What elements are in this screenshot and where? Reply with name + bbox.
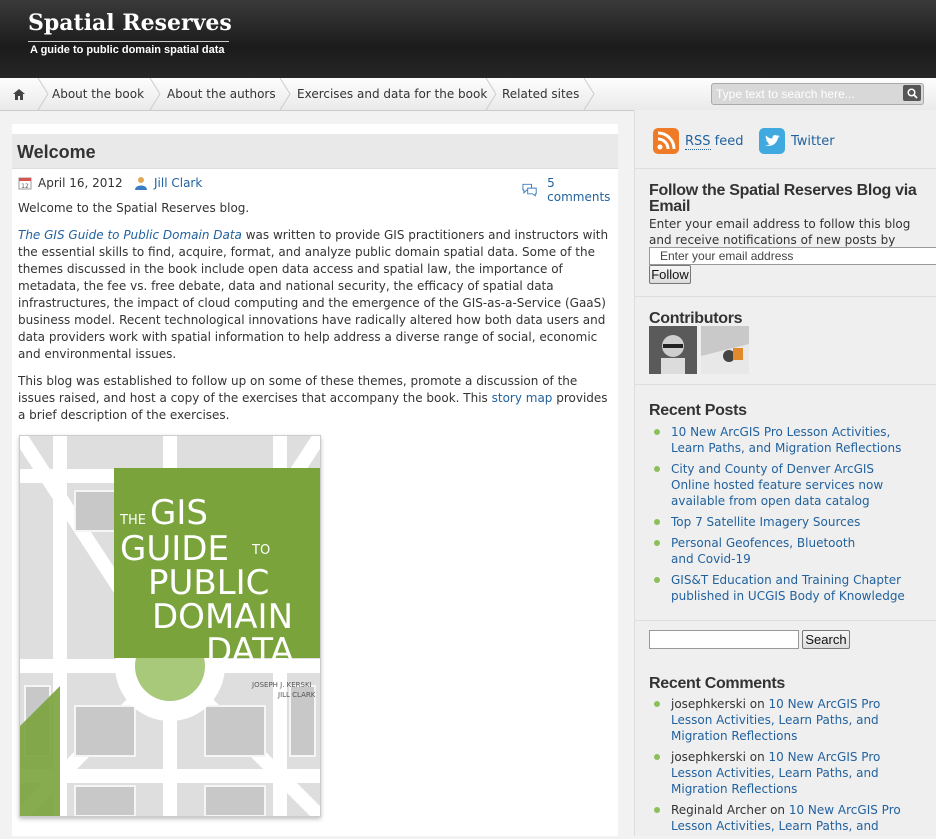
avatar[interactable] xyxy=(649,326,697,374)
comment-author: Reginald Archer xyxy=(671,803,767,817)
post-author: Jill Clark xyxy=(134,176,202,190)
post-paragraph-1-text: was written to provide GIS practitioners… xyxy=(18,228,609,361)
main-nav: About the book About the authors Exercis… xyxy=(0,78,936,111)
recent-posts-widget: Recent Posts 10 New ArcGIS Pro Lesson Ac… xyxy=(635,384,936,649)
nav-item-related-sites[interactable]: Related sites xyxy=(502,78,579,110)
comment-author: josephkerski xyxy=(671,697,746,711)
contributor-photo-2 xyxy=(701,326,749,374)
recent-posts-list: 10 New ArcGIS Pro Lesson Activities, Lea… xyxy=(649,424,911,609)
follow-title: Follow the Spatial Reserves Blog via Ema… xyxy=(649,182,917,215)
post-header: Welcome xyxy=(12,134,618,169)
post-date: 12 April 16, 2012 xyxy=(18,176,123,190)
list-item: City and County of Denver ArcGIS Online … xyxy=(649,461,911,509)
site-tagline: A guide to public domain spatial data xyxy=(28,41,229,56)
nav-item-about-book[interactable]: About the book xyxy=(52,78,144,110)
nav-search-input[interactable]: Type text to search here... xyxy=(711,83,924,105)
post-author-link[interactable]: Jill Clark xyxy=(154,176,202,190)
book-cover-illustration: THE GIS GUIDE TO PUBLIC DOMAIN DATA JOSE… xyxy=(20,436,320,816)
post-intro: Welcome to the Spatial Reserves blog. xyxy=(18,201,250,215)
nav-item-exercises[interactable]: Exercises and data for the book xyxy=(297,78,487,110)
recent-post-link[interactable]: Personal Geofences, Bluetooth and Covid-… xyxy=(671,535,867,567)
twitter-label: Twitter xyxy=(791,133,835,149)
recent-comments-widget: Recent Comments josephkerski on 10 New A… xyxy=(635,620,936,836)
cover-author-2: JILL CLARK xyxy=(277,691,316,699)
list-item: GIS&T Education and Training Chapter pub… xyxy=(649,572,911,604)
recent-post-link[interactable]: GIS&T Education and Training Chapter pub… xyxy=(671,573,905,603)
recent-posts-title: Recent Posts xyxy=(649,402,747,419)
site-header: Spatial Reserves A guide to public domai… xyxy=(0,0,936,78)
nav-separator-icon xyxy=(485,78,497,110)
list-item: Personal Geofences, Bluetooth and Covid-… xyxy=(649,535,911,567)
list-item: josephkerski on 10 New ArcGIS Pro Lesson… xyxy=(649,696,911,744)
recent-comments-list: josephkerski on 10 New ArcGIS Pro Lesson… xyxy=(649,696,911,839)
recent-comments-title: Recent Comments xyxy=(649,675,785,692)
nav-separator-icon xyxy=(149,78,161,110)
social-links: RSS feed Twitter xyxy=(635,110,936,169)
contributor-photo-1 xyxy=(649,326,697,374)
avatar[interactable] xyxy=(701,326,749,374)
list-item: 10 New ArcGIS Pro Lesson Activities, Lea… xyxy=(649,424,911,456)
svg-text:12: 12 xyxy=(21,183,29,190)
post-paragraph-1: The GIS Guide to Public Domain Data was … xyxy=(18,227,612,363)
post-date-text: April 16, 2012 xyxy=(38,176,123,190)
sidebar: RSS feed Twitter Follow the Spatial Rese… xyxy=(634,110,936,836)
comment-author: josephkerski xyxy=(671,750,746,764)
follow-widget: Follow the Spatial Reserves Blog via Ema… xyxy=(635,168,936,297)
story-map-link[interactable]: story map xyxy=(492,391,553,405)
contributors-widget: Contributors xyxy=(635,296,936,385)
search-icon xyxy=(906,87,918,99)
post-paragraph-2: This blog was established to follow up o… xyxy=(18,373,612,424)
recent-post-link[interactable]: Top 7 Satellite Imagery Sources xyxy=(671,515,860,529)
book-cover-image[interactable]: THE GIS GUIDE TO PUBLIC DOMAIN DATA JOSE… xyxy=(19,435,321,817)
home-icon xyxy=(13,88,25,100)
nav-separator-icon xyxy=(37,78,49,110)
search-button[interactable] xyxy=(903,85,921,101)
nav-separator-icon xyxy=(279,78,291,110)
search-placeholder: Type text to search here... xyxy=(716,87,855,101)
comment-on: on xyxy=(745,750,769,764)
rss-link[interactable]: RSS feed xyxy=(653,128,744,154)
nav-home[interactable] xyxy=(0,78,38,110)
recent-post-link[interactable]: 10 New ArcGIS Pro Lesson Activities, Lea… xyxy=(671,425,901,455)
cover-the: THE xyxy=(119,513,146,528)
site-title[interactable]: Spatial Reserves xyxy=(28,10,232,36)
list-item: josephkerski on 10 New ArcGIS Pro Lesson… xyxy=(649,749,911,797)
comment-on: on xyxy=(745,697,769,711)
comment-on: on xyxy=(766,803,789,817)
rss-icon xyxy=(653,128,679,154)
main-content: Welcome 12 April 16, 2012 Jill Clark 5 c… xyxy=(12,124,618,836)
cover-to: TO xyxy=(251,543,270,558)
list-item: Top 7 Satellite Imagery Sources xyxy=(649,514,911,530)
email-field[interactable]: Enter your email address xyxy=(649,247,936,265)
twitter-link[interactable]: Twitter xyxy=(759,128,835,154)
list-item: Reginald Archer on 10 New ArcGIS Pro Les… xyxy=(649,802,911,834)
nav-item-about-authors[interactable]: About the authors xyxy=(167,78,276,110)
twitter-icon xyxy=(759,128,785,154)
post-title[interactable]: Welcome xyxy=(17,142,96,163)
rss-abbr: RSS xyxy=(685,133,711,150)
cover-author-1: JOSEPH J. KERSKI xyxy=(251,681,312,689)
calendar-icon: 12 xyxy=(18,177,32,190)
user-icon xyxy=(135,177,147,190)
follow-button[interactable]: Follow xyxy=(649,265,691,284)
rss-label: feed xyxy=(710,133,744,149)
book-link[interactable]: The GIS Guide to Public Domain Data xyxy=(18,228,242,242)
cover-gis: GIS xyxy=(150,493,208,533)
nav-separator-icon xyxy=(583,78,595,110)
comments-icon xyxy=(522,183,537,197)
cover-data: DATA xyxy=(206,631,294,671)
recent-post-link[interactable]: City and County of Denver ArcGIS Online … xyxy=(671,462,883,508)
